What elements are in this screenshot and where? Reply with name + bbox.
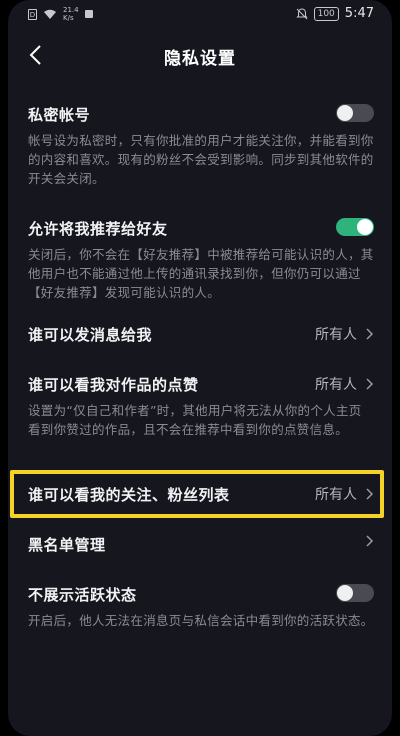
who-can-see-likes-value-group: 所有人 bbox=[315, 374, 374, 394]
setting-who-can-message[interactable]: 谁可以发消息给我 所有人 bbox=[28, 324, 374, 348]
private-account-title: 私密帐号 bbox=[28, 106, 91, 124]
who-can-see-likes-desc: 设置为“仅自己和作者”时，其他用户将无法从你的个人主页看到你赞过的作品，且不会在… bbox=[28, 403, 362, 437]
notification-icon bbox=[84, 10, 93, 18]
setting-hide-active-status: 不展示活跃状态 开启后，他人无法在消息页与私信会话中看到你的活跃状态。 bbox=[28, 584, 374, 630]
who-can-see-likes-value: 所有人 bbox=[315, 377, 357, 393]
who-can-message-value-group: 所有人 bbox=[315, 324, 374, 344]
status-bar-right: 100 5:47 bbox=[295, 6, 374, 21]
toggle-knob bbox=[337, 105, 353, 121]
blacklist-title: 黑名单管理 bbox=[28, 536, 106, 554]
page-title: 隐私设置 bbox=[164, 49, 236, 69]
private-account-desc: 帐号设为私密时，只有你批准的用户才能关注你，并能看到你的内容和喜欢。现有的粉丝不… bbox=[28, 133, 374, 186]
clock: 5:47 bbox=[344, 6, 374, 21]
private-account-toggle[interactable] bbox=[336, 104, 374, 122]
hide-active-status-desc: 开启后，他人无法在消息页与私信会话中看到你的活跃状态。 bbox=[28, 613, 374, 628]
hide-active-status-toggle[interactable] bbox=[336, 584, 374, 602]
setting-blacklist[interactable]: 黑名单管理 bbox=[28, 534, 374, 558]
network-speed-unit: K/s bbox=[63, 14, 74, 22]
setting-who-can-see-likes[interactable]: 谁可以看我对作品的点赞 所有人 设置为“仅自己和作者”时，其他用户将无法从你的个… bbox=[28, 374, 374, 439]
network-speed-value: 21.4 bbox=[63, 6, 79, 14]
recommend-friends-title: 允许将我推荐给好友 bbox=[28, 220, 168, 238]
chevron-right-icon bbox=[366, 378, 374, 390]
blacklist-chevron-group bbox=[365, 534, 374, 548]
recommend-friends-desc: 关闭后，你不会在【好友推荐】中被推荐给可能认识的人，其他用户也不能通过他上传的通… bbox=[28, 247, 374, 300]
who-can-see-follow-lists-value: 所有人 bbox=[315, 487, 357, 503]
status-bar: D 21.4 K/s 100 5:47 bbox=[8, 0, 392, 30]
setting-recommend-friends: 允许将我推荐给好友 关闭后，你不会在【好友推荐】中被推荐给可能认识的人，其他用户… bbox=[28, 218, 374, 302]
recommend-friends-toggle[interactable] bbox=[336, 218, 374, 236]
hide-active-status-title: 不展示活跃状态 bbox=[28, 586, 137, 604]
mute-icon bbox=[295, 7, 308, 19]
wifi-icon bbox=[44, 9, 56, 19]
battery-indicator: 100 bbox=[313, 6, 339, 21]
setting-private-account: 私密帐号 帐号设为私密时，只有你批准的用户才能关注你，并能看到你的内容和喜欢。现… bbox=[28, 104, 374, 188]
network-speed: 21.4 K/s bbox=[63, 6, 79, 22]
chevron-right-icon bbox=[366, 328, 374, 340]
who-can-see-follow-lists-value-group: 所有人 bbox=[315, 484, 374, 504]
header: 隐私设置 bbox=[8, 30, 392, 80]
toggle-knob bbox=[337, 585, 353, 601]
status-bar-left: D 21.4 K/s bbox=[28, 6, 93, 22]
toggle-knob bbox=[357, 219, 373, 235]
phone-screen: D 21.4 K/s 100 5:47 隐私设置 私密帐号 帐号设为私密时，只有… bbox=[8, 0, 392, 736]
chevron-right-icon bbox=[366, 535, 374, 547]
chevron-right-icon bbox=[366, 488, 374, 500]
sim-card-icon: D bbox=[28, 8, 37, 20]
who-can-message-value: 所有人 bbox=[315, 327, 357, 343]
setting-who-can-see-follow-lists[interactable]: 谁可以看我的关注、粉丝列表 所有人 bbox=[28, 484, 374, 508]
